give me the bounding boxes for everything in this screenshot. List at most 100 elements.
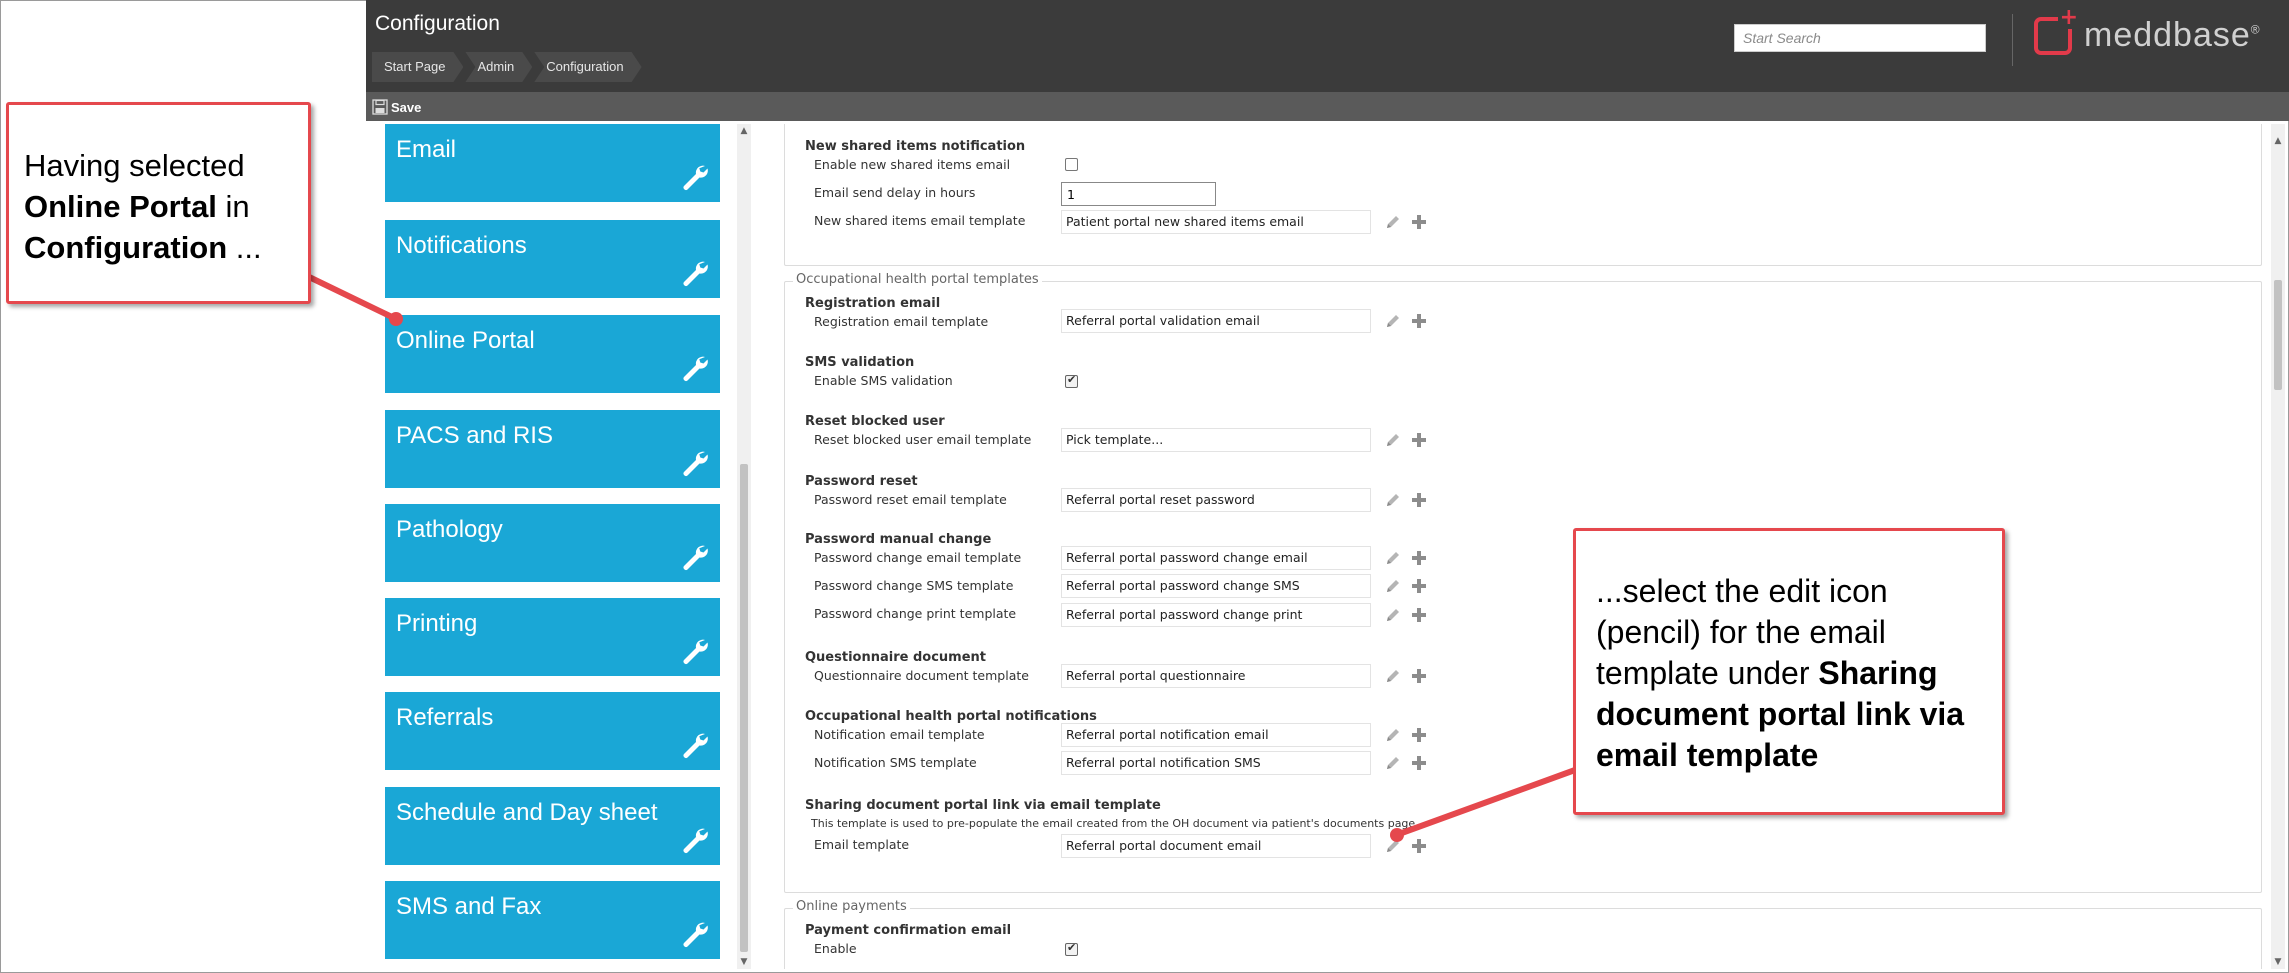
nav-tile-label: Referrals: [396, 704, 494, 731]
email-delay-input[interactable]: [1061, 182, 1216, 206]
callout-text: in: [216, 189, 250, 224]
fieldset-legend: Online payments: [793, 899, 910, 914]
scroll-up-icon[interactable]: ▲: [2271, 136, 2285, 146]
pencil-icon[interactable]: [1384, 491, 1402, 509]
fieldset-legend: Occupational health portal templates: [793, 272, 1042, 287]
plus-icon[interactable]: [1411, 607, 1427, 623]
scroll-up-icon[interactable]: ▲: [737, 126, 751, 136]
group-title: Password manual change: [805, 532, 992, 547]
scroll-down-icon[interactable]: ▼: [2271, 957, 2285, 967]
callout-left: Having selected Online Portal in Configu…: [6, 102, 311, 304]
wrench-icon: [683, 639, 708, 664]
plus-icon[interactable]: [1411, 838, 1427, 854]
pencil-icon[interactable]: [1384, 754, 1402, 772]
breadcrumb-configuration[interactable]: Configuration: [534, 52, 641, 82]
online-payments-fieldset: Online payments Payment confirmation ema…: [784, 899, 2262, 969]
nav-tile-label: Online Portal: [396, 327, 535, 354]
enable-payment-email-checkbox[interactable]: [1065, 941, 1078, 956]
plus-icon[interactable]: [1411, 214, 1427, 230]
plus-icon[interactable]: [1411, 727, 1427, 743]
pencil-icon[interactable]: [1384, 549, 1402, 567]
row-label: Notification SMS template: [814, 755, 977, 770]
enable-sms-validation-checkbox[interactable]: [1065, 373, 1078, 388]
callout-right: ...select the edit icon (pencil) for the…: [1573, 528, 2005, 815]
scroll-down-icon[interactable]: ▼: [737, 957, 751, 967]
callout-bold: Online Portal: [24, 189, 217, 224]
group-title: Reset blocked user: [805, 414, 945, 429]
row-label: Registration email template: [814, 314, 989, 329]
group-title: Sharing document portal link via email t…: [805, 798, 1161, 813]
breadcrumb-admin[interactable]: Admin: [465, 52, 532, 82]
password-change-sms-field[interactable]: Referral portal password change SMS: [1061, 574, 1371, 598]
group-title: Occupational health portal notifications: [805, 709, 1097, 724]
nav-tile-sms-and-fax[interactable]: SMS and Fax: [385, 881, 720, 959]
row-label: Enable SMS validation: [814, 373, 953, 388]
nav-tile-referrals[interactable]: Referrals: [385, 692, 720, 770]
nav-tile-notifications[interactable]: Notifications: [385, 220, 720, 298]
save-label: Save: [391, 99, 422, 115]
password-change-print-field[interactable]: Referral portal password change print: [1061, 603, 1371, 627]
search-input[interactable]: [1734, 24, 1986, 52]
plus-icon[interactable]: [1411, 492, 1427, 508]
callout-bold: Configuration: [24, 230, 228, 265]
wrench-icon: [683, 356, 708, 381]
wrench-icon: [683, 165, 708, 190]
nav-tile-schedule-and-day-sheet[interactable]: Schedule and Day sheet: [385, 787, 720, 865]
callout-text: Having selected: [24, 148, 245, 183]
pencil-icon[interactable]: [1384, 431, 1402, 449]
logo-mark-icon: [2034, 6, 2080, 55]
nav-tile-email[interactable]: Email: [385, 124, 720, 202]
logo-text: meddbase®: [2084, 16, 2261, 54]
nav-tile-online-portal[interactable]: Online Portal: [385, 315, 720, 393]
wrench-icon: [683, 922, 708, 947]
pencil-icon[interactable]: [1384, 213, 1402, 231]
plus-icon[interactable]: [1411, 755, 1427, 771]
wrench-icon: [683, 828, 708, 853]
notification-sms-field[interactable]: Referral portal notification SMS: [1061, 751, 1371, 775]
registration-template-field[interactable]: Referral portal validation email: [1061, 309, 1371, 333]
nav-tile-printing[interactable]: Printing: [385, 598, 720, 676]
breadcrumb-start-page[interactable]: Start Page: [372, 52, 463, 82]
toolbar: Save: [366, 92, 2289, 121]
pencil-icon[interactable]: [1384, 606, 1402, 624]
plus-icon[interactable]: [1411, 578, 1427, 594]
pencil-icon[interactable]: [1384, 577, 1402, 595]
nav-tile-pacs-and-ris[interactable]: PACS and RIS: [385, 410, 720, 488]
notification-email-field[interactable]: Referral portal notification email: [1061, 723, 1371, 747]
plus-icon[interactable]: [1411, 550, 1427, 566]
nav-tile-label: Notifications: [396, 232, 527, 259]
group-title: SMS validation: [805, 355, 915, 370]
content-scrollbar[interactable]: ▲ ▼: [2271, 124, 2285, 969]
save-button[interactable]: Save: [372, 97, 421, 117]
sharing-template-edit-pencil-icon[interactable]: [1384, 837, 1402, 855]
nav-scrollbar[interactable]: ▲ ▼: [737, 124, 751, 969]
row-label: Password change SMS template: [814, 578, 1014, 593]
password-reset-template-field[interactable]: Referral portal reset password: [1061, 488, 1371, 512]
callout-text: ...: [227, 230, 262, 265]
plus-icon[interactable]: [1411, 668, 1427, 684]
nav-tile-pathology[interactable]: Pathology: [385, 504, 720, 582]
save-icon: [372, 99, 388, 115]
password-change-email-field[interactable]: Referral portal password change email: [1061, 546, 1371, 570]
enable-shared-items-checkbox[interactable]: [1065, 158, 1078, 171]
pencil-icon[interactable]: [1384, 667, 1402, 685]
sharing-email-template-field[interactable]: Referral portal document email: [1061, 834, 1371, 858]
content-scrollbar-thumb[interactable]: [2274, 280, 2282, 390]
shared-items-template-field[interactable]: Patient portal new shared items email: [1061, 210, 1371, 234]
pencil-icon[interactable]: [1384, 312, 1402, 330]
page-title: Configuration: [375, 12, 500, 35]
reset-blocked-template-field[interactable]: Pick template...: [1061, 428, 1371, 452]
pencil-icon[interactable]: [1384, 726, 1402, 744]
plus-icon[interactable]: [1411, 313, 1427, 329]
plus-icon[interactable]: [1411, 432, 1427, 448]
row-label: Email send delay in hours: [814, 185, 976, 200]
meddbase-logo: meddbase®: [2034, 6, 2261, 55]
nav-scrollbar-thumb[interactable]: [740, 464, 748, 952]
group-title: New shared items notification: [805, 139, 1026, 154]
nav-tile-label: PACS and RIS: [396, 422, 553, 449]
row-label: Password reset email template: [814, 492, 1007, 507]
row-label: Password change print template: [814, 606, 1017, 621]
breadcrumb: Start Page Admin Configuration: [372, 52, 644, 82]
questionnaire-template-field[interactable]: Referral portal questionnaire: [1061, 664, 1371, 688]
config-content: New shared items notification Enable new…: [777, 124, 2267, 969]
